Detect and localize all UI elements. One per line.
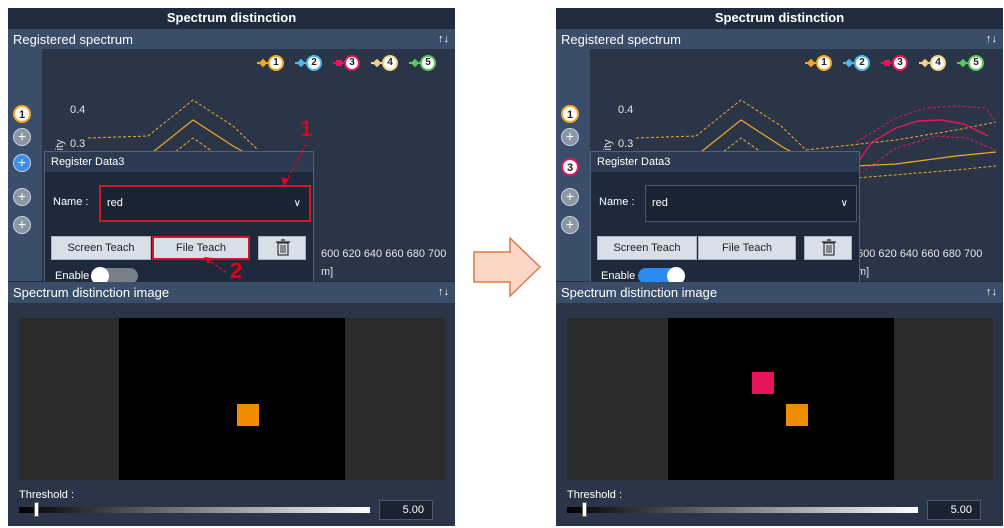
- left-panel: Spectrum distinction Registered spectrum…: [8, 8, 455, 526]
- legend-label: 5: [968, 55, 984, 71]
- distinction-image-label: Spectrum distinction image: [561, 285, 718, 300]
- slider-thumb[interactable]: [582, 502, 587, 517]
- legend-item-5: 5: [957, 55, 987, 71]
- name-select[interactable]: red ∨: [645, 185, 857, 222]
- chevron-down-icon: ∨: [840, 198, 848, 209]
- red-region: [752, 372, 774, 394]
- series-3-line: [857, 119, 989, 163]
- collapse-icon[interactable]: ↑↓: [986, 29, 997, 50]
- threshold-slider[interactable]: [567, 502, 918, 517]
- slot-4-add[interactable]: +: [561, 188, 579, 206]
- legend-label: 2: [854, 55, 870, 71]
- series-3-upper-line: [855, 105, 996, 143]
- x-ticks: 600 620 640 660 680 700: [857, 248, 983, 260]
- panel-title: Spectrum distinction: [556, 8, 1003, 27]
- threshold-label: Threshold :: [567, 489, 623, 501]
- distinction-image-header[interactable]: Spectrum distinction image ↑↓: [556, 282, 1003, 303]
- file-teach-button[interactable]: File Teach: [698, 236, 796, 260]
- slot-5-add[interactable]: +: [561, 216, 579, 234]
- legend-item-2: 2: [843, 55, 873, 71]
- legend-item-1: 1: [805, 55, 835, 71]
- orange-region: [786, 404, 808, 426]
- name-value: red: [652, 197, 668, 209]
- screen-teach-button[interactable]: Screen Teach: [597, 236, 697, 260]
- legend-label: 4: [930, 55, 946, 71]
- registered-spectrum-header[interactable]: Registered spectrum ↑↓: [556, 29, 1003, 50]
- threshold-value[interactable]: 5.00: [927, 500, 981, 520]
- distinction-image-area: Threshold : 5.00: [556, 303, 1003, 526]
- legend-item-4: 4: [919, 55, 949, 71]
- legend: 1 2 3 4 5: [805, 55, 995, 71]
- collapse-icon[interactable]: ↑↓: [986, 282, 997, 303]
- trash-icon: [822, 239, 836, 256]
- slot-3[interactable]: 3: [561, 158, 579, 176]
- slot-2-add[interactable]: +: [561, 128, 579, 146]
- legend-item-3: 3: [881, 55, 911, 71]
- dialog-title: Register Data3: [591, 152, 859, 172]
- legend-label: 1: [816, 55, 832, 71]
- image-viewport: [567, 318, 993, 480]
- legend-label: 3: [892, 55, 908, 71]
- name-label: Name :: [599, 196, 635, 208]
- register-dialog: Register Data3 Name : red ∨ Screen Teach…: [590, 151, 860, 286]
- enable-label: Enable: [601, 270, 636, 282]
- upper-bound-line: [635, 99, 996, 151]
- delete-button[interactable]: [804, 236, 852, 260]
- right-arrow-icon: [473, 236, 542, 298]
- annotation-arrows: [204, 143, 307, 273]
- distinction-image: [668, 318, 894, 480]
- right-panel: Spectrum distinction Registered spectrum…: [556, 8, 1003, 526]
- slot-1[interactable]: 1: [561, 105, 579, 123]
- registered-spectrum-label: Registered spectrum: [561, 32, 681, 47]
